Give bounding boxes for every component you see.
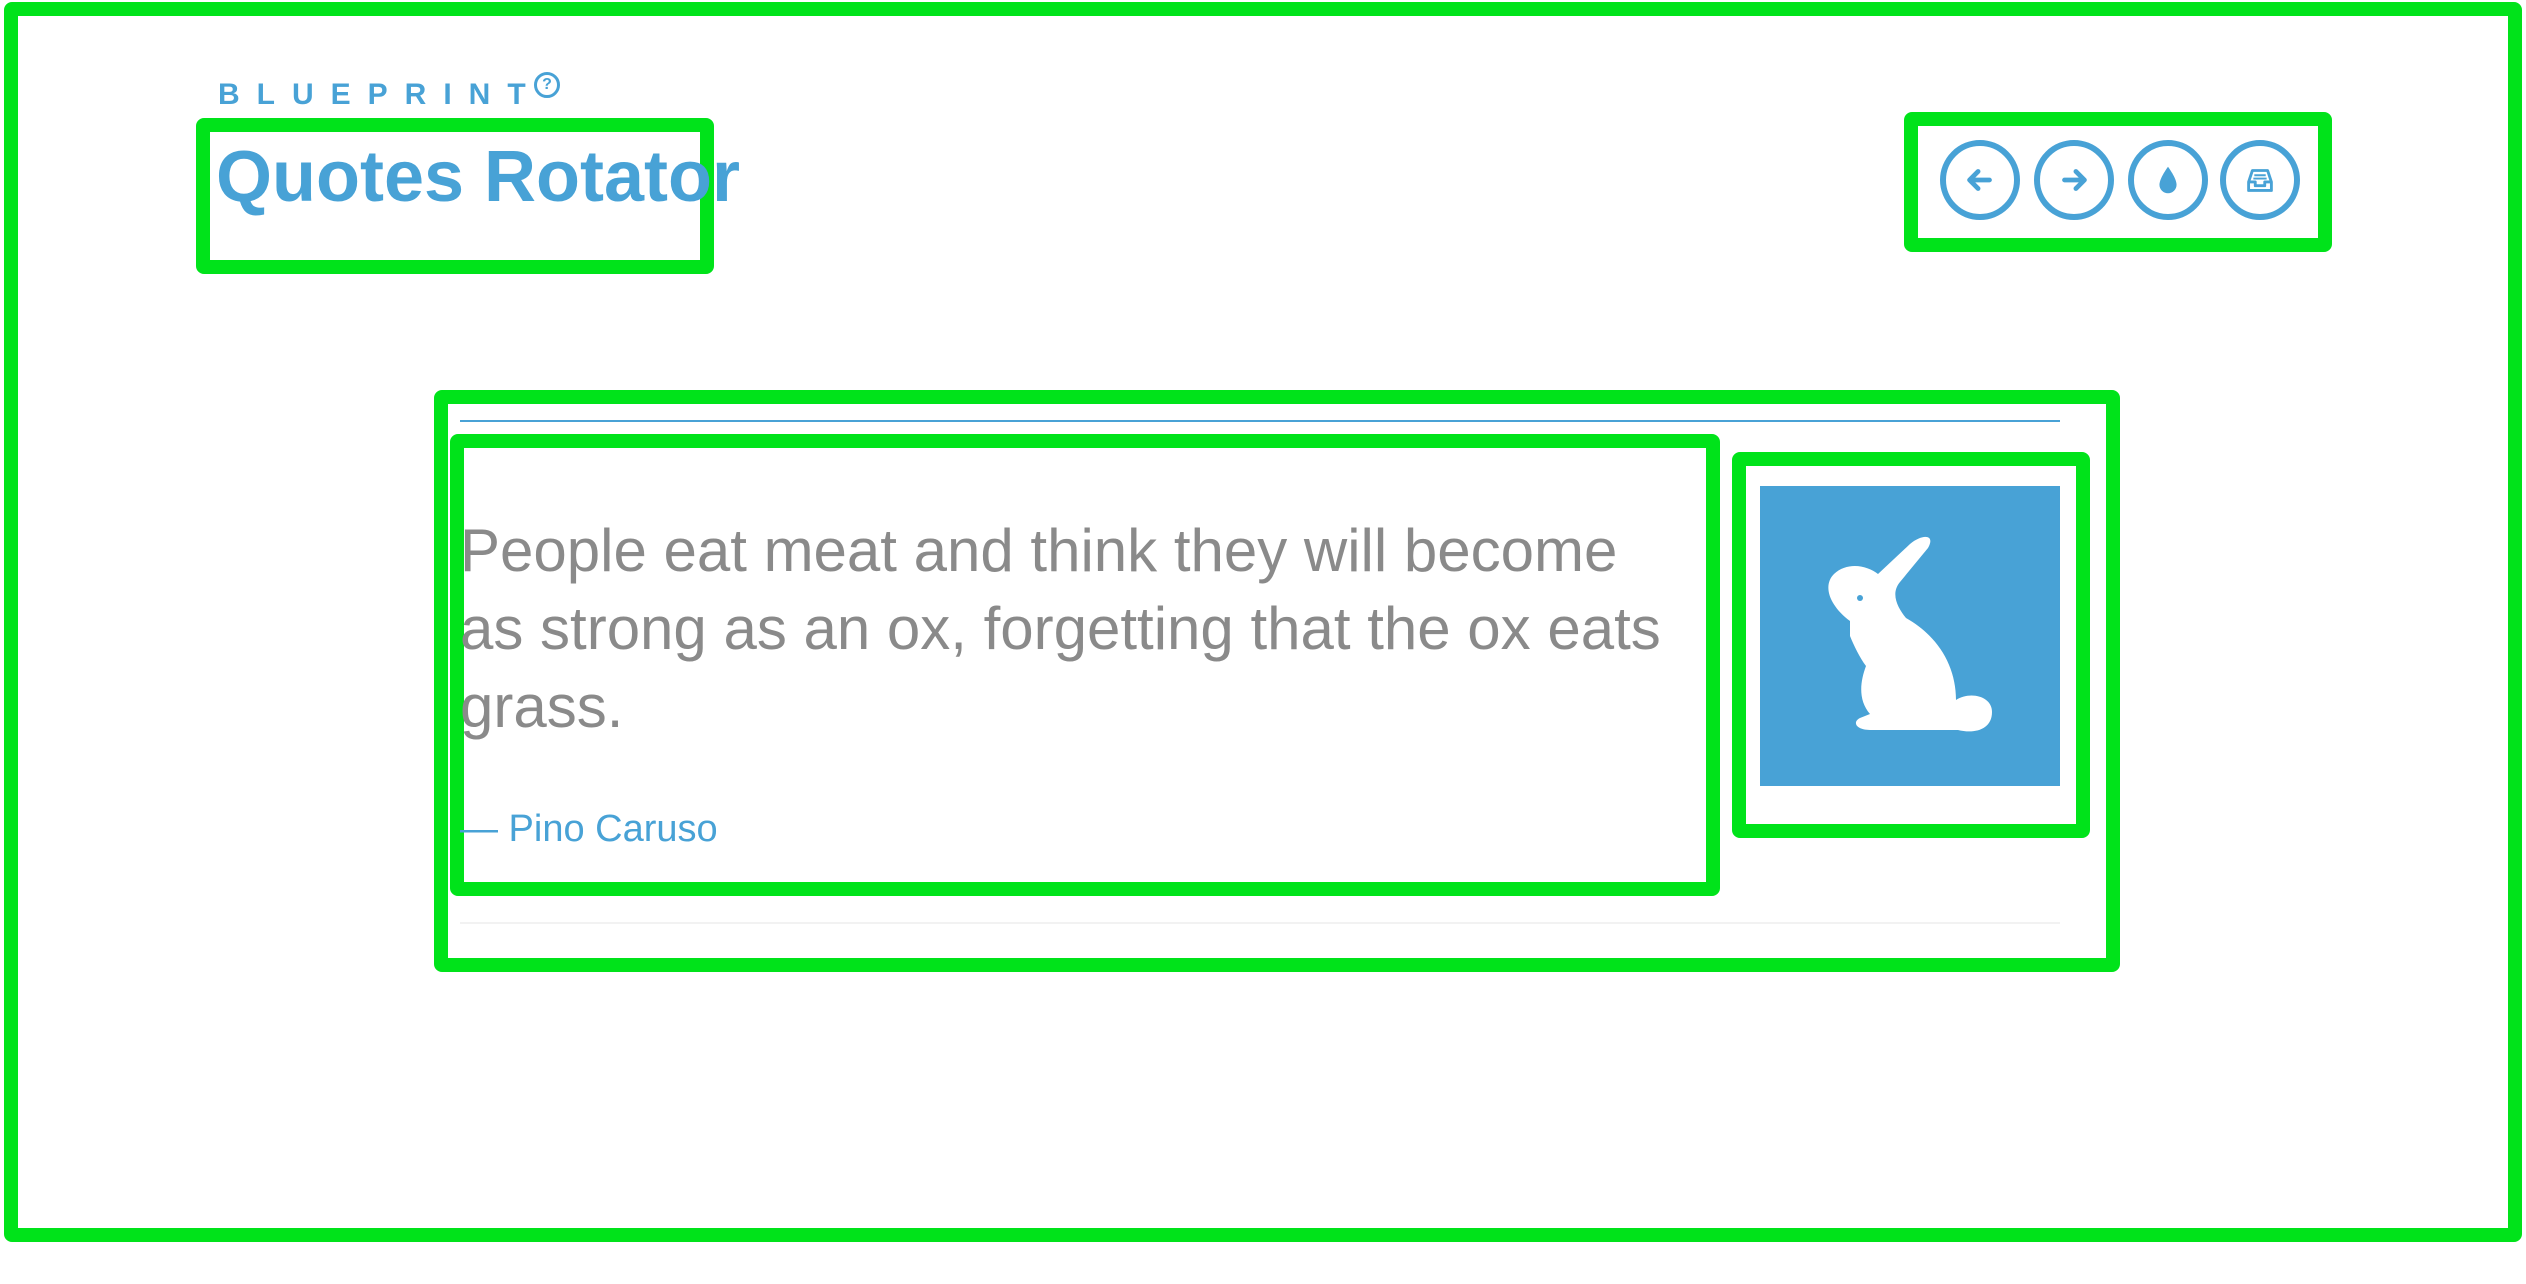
theme-button[interactable] — [2128, 140, 2208, 220]
quote-text: People eat meat and think they will beco… — [460, 517, 1661, 740]
water-drop-icon — [2159, 166, 2177, 194]
brand-label: BLUEPRINT — [218, 78, 543, 111]
arrow-left-icon — [1967, 169, 1992, 191]
quote-author: — Pino Caruso — [460, 808, 718, 850]
page: BLUEPRINT ? Quotes Rotator People eat me… — [0, 0, 2526, 1284]
card-top-rule — [460, 420, 2060, 422]
quote-image — [1760, 486, 2060, 786]
inbox-tray-icon — [2247, 169, 2273, 192]
archive-button[interactable] — [2220, 140, 2300, 220]
rabbit-icon — [1828, 536, 1992, 732]
arrow-right-icon — [2062, 169, 2087, 191]
previous-button[interactable] — [1940, 140, 2020, 220]
page-title: Quotes Rotator — [216, 137, 741, 217]
next-button[interactable] — [2034, 140, 2114, 220]
help-icon[interactable]: ? — [534, 72, 560, 98]
card-bottom-rule — [460, 922, 2060, 924]
